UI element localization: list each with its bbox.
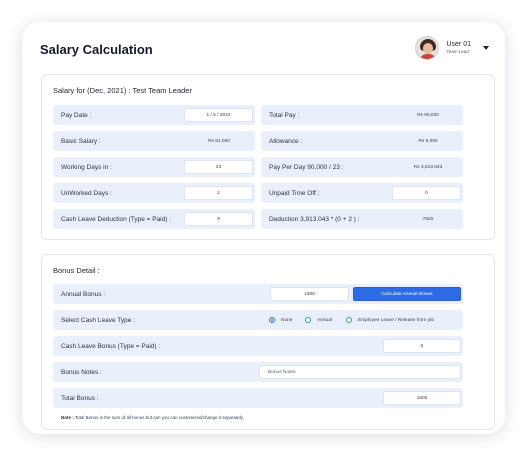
pay-date-label: Pay Date :: [61, 111, 92, 119]
cash-leave-deduction-row: Cash Leave Deduction (Type = Paid) : 0: [53, 209, 255, 229]
radio-annual[interactable]: Annual: [305, 317, 332, 323]
pay-per-day-row: Pay Per Day 90,000 / 23 : Rs 3,913.043: [261, 157, 463, 177]
note-label: Note :: [61, 415, 74, 420]
avatar: [415, 36, 440, 60]
unworked-days-input[interactable]: 2: [184, 186, 253, 200]
basic-salary-label: Basic Salary :: [61, 137, 101, 145]
note-text: Total Bonus is the sum of all bonus but …: [74, 415, 244, 420]
unpaid-time-off-label: Unpaid Time Off :: [269, 189, 320, 197]
deduction-row: Deduction 3,913.043 * (0 + 2 ) : 7826: [261, 209, 463, 229]
radio-none-icon[interactable]: [269, 317, 275, 323]
radio-none-label: None: [281, 317, 293, 323]
radio-annual-icon[interactable]: [305, 317, 311, 323]
annual-bonus-input[interactable]: 1500: [270, 287, 349, 301]
annual-bonus-label: Annual Bonus :: [61, 290, 106, 298]
radio-none[interactable]: None: [269, 317, 292, 323]
total-pay-value: Rs 90,000: [417, 112, 439, 118]
unworked-days-label: UnWorked Days :: [61, 189, 112, 197]
allowance-value: Rs 9,000: [418, 138, 438, 144]
total-bonus-label: Total Bonus :: [61, 394, 99, 402]
pay-date-input[interactable]: 1 / 5 / 2022: [184, 108, 253, 122]
cash-leave-bonus-input[interactable]: 0: [383, 339, 461, 353]
cash-leave-type-row: Select Cash Leave Type : None Annual Emp…: [53, 310, 463, 330]
radio-employee-leave[interactable]: Employee Leave / Release from job: [346, 317, 434, 323]
bonus-notes-row: Bonus Notes : Bonus Notes: [53, 362, 463, 382]
cash-leave-deduction-label: Cash Leave Deduction (Type = Paid) :: [61, 215, 172, 223]
unpaid-time-off-row: Unpaid Time Off : 0: [261, 183, 463, 203]
deduction-label: Deduction 3,913.043 * (0 + 2 ) :: [269, 215, 360, 223]
page-title: Salary Calculation: [40, 42, 153, 57]
bonus-notes-input[interactable]: Bonus Notes: [259, 365, 461, 379]
bonus-notes-label: Bonus Notes :: [61, 368, 102, 376]
total-bonus-row: Total Bonus : 1500: [53, 388, 463, 408]
working-days-label: Working Days in :: [61, 163, 112, 171]
annual-bonus-row: Annual Bonus : 1500 Calculate Annual Bon…: [53, 284, 463, 304]
cash-leave-bonus-label: Cash Leave Bonus (Type = Paid) :: [61, 342, 161, 350]
pay-date-row: Pay Date : 1 / 5 / 2022: [53, 105, 255, 125]
allowance-row: Allowance : Rs 9,000: [261, 131, 463, 151]
salary-card: Salary Calculation User 01 Team Lead Sal…: [22, 22, 505, 434]
cash-leave-type-label: Select Cash Leave Type :: [61, 316, 135, 324]
deduction-value: 7826: [422, 216, 434, 222]
total-bonus-input[interactable]: 1500: [383, 391, 461, 405]
calculate-annual-bonus-button[interactable]: Calculate Annual Bonus: [353, 287, 461, 301]
working-days-row: Working Days in : 23: [53, 157, 255, 177]
user-menu[interactable]: User 01 Team Lead: [415, 36, 489, 60]
cash-leave-deduction-input[interactable]: 0: [184, 212, 253, 226]
salary-section-title: Salary for (Dec, 2021) : Test Team Leade…: [53, 86, 192, 95]
basic-salary-value: Rs 81,000: [208, 138, 230, 144]
salary-section: Salary for (Dec, 2021) : Test Team Leade…: [41, 74, 495, 240]
radio-employee-leave-icon[interactable]: [346, 317, 352, 323]
bonus-section-title: Bonus Detail :: [53, 266, 100, 275]
basic-salary-row: Basic Salary : Rs 81,000: [53, 131, 255, 151]
allowance-label: Allowance :: [269, 137, 303, 145]
total-pay-row: Total Pay : Rs 90,000: [261, 105, 463, 125]
unpaid-time-off-input[interactable]: 0: [392, 186, 461, 200]
unworked-days-row: UnWorked Days : 2: [53, 183, 255, 203]
user-role: Team Lead: [446, 49, 469, 55]
radio-annual-label: Annual: [317, 317, 332, 323]
bonus-note: Note : Total Bonus is the sum of all bon…: [61, 415, 244, 420]
user-name: User 01: [446, 41, 471, 49]
cash-leave-bonus-row: Cash Leave Bonus (Type = Paid) : 0: [53, 336, 463, 356]
pay-per-day-label: Pay Per Day 90,000 / 23 :: [269, 163, 344, 171]
total-pay-label: Total Pay :: [269, 111, 300, 119]
working-days-input[interactable]: 23: [184, 160, 253, 174]
chevron-down-icon[interactable]: [483, 46, 489, 50]
radio-employee-leave-label: Employee Leave / Release from job: [358, 317, 434, 323]
pay-per-day-value: Rs 3,913.043: [413, 164, 443, 170]
bonus-section: Bonus Detail : Annual Bonus : 1500 Calcu…: [41, 254, 495, 430]
